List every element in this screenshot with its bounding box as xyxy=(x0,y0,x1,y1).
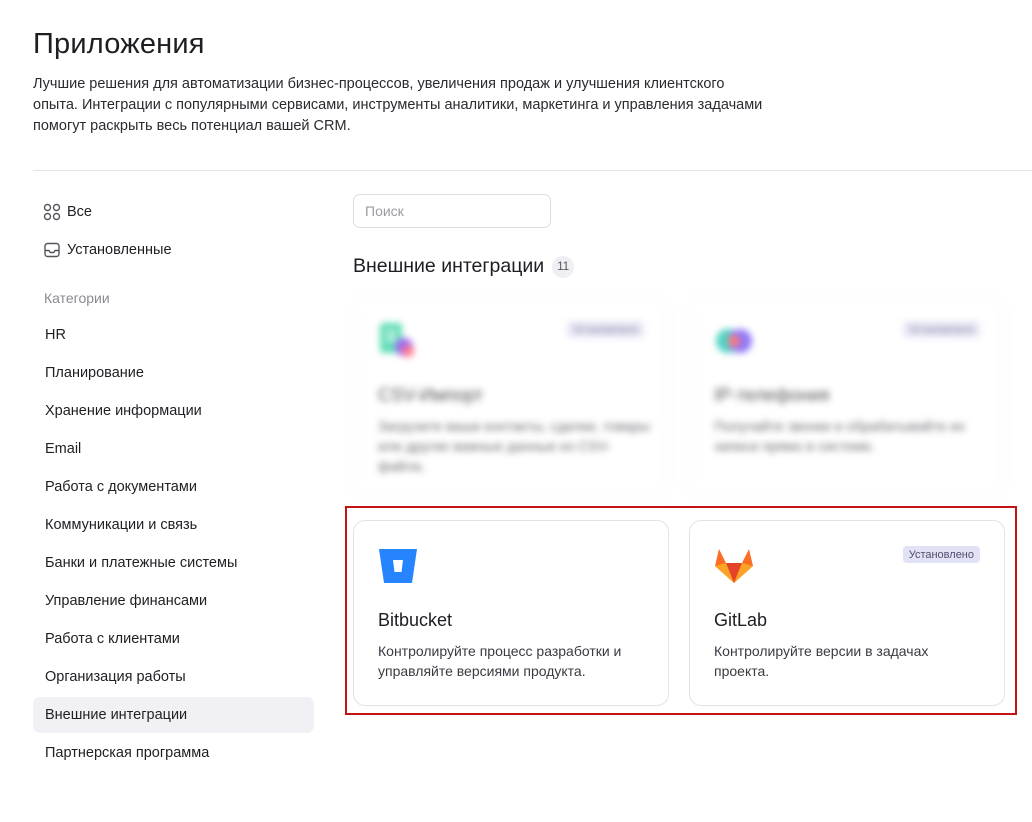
app-name: IP-телефония xyxy=(714,385,830,405)
section-header: Внешние интеграции 11 xyxy=(353,255,575,278)
app-description: Загрузите ваши контакты, сделки, товары … xyxy=(378,418,650,474)
csv-import-icon xyxy=(380,323,414,357)
app-name: CSV-Импорт xyxy=(378,385,483,405)
category-documents[interactable]: Работа с документами xyxy=(33,469,314,505)
category-email[interactable]: Email xyxy=(33,431,314,467)
section-count-badge: 11 xyxy=(552,255,575,278)
nav-all-label: Все xyxy=(67,204,92,220)
app-card-ip-telephony[interactable]: Установлено IP-телефония Получайте звонк… xyxy=(689,295,1005,500)
sidebar: Все Установленные Категории HR Планирова… xyxy=(33,193,314,773)
page-title: Приложения xyxy=(33,28,205,60)
nav-installed-label: Установленные xyxy=(67,242,172,258)
nav-all[interactable]: Все xyxy=(33,193,314,231)
category-storage[interactable]: Хранение информации xyxy=(33,393,314,429)
installed-badge: Установлено xyxy=(902,546,980,563)
category-banks-payments[interactable]: Банки и платежные системы xyxy=(33,545,314,581)
app-name: Bitbucket xyxy=(378,610,453,630)
installed-badge: Установлено xyxy=(902,321,980,338)
category-clients[interactable]: Работа с клиентами xyxy=(33,621,314,657)
grid-icon xyxy=(43,203,61,221)
category-partner-program[interactable]: Партнерская программа xyxy=(33,735,314,771)
category-work-organization[interactable]: Организация работы xyxy=(33,659,314,695)
ip-telephony-icon xyxy=(716,329,752,353)
app-card-csv-import[interactable]: Установлено CSV-Импорт Загрузите ваши ко… xyxy=(353,295,669,500)
section-title: Внешние интеграции xyxy=(353,255,545,277)
app-card-gitlab[interactable]: Установлено GitLab Контролируйте версии … xyxy=(689,520,1005,706)
bitbucket-icon xyxy=(379,549,417,583)
category-external-integrations[interactable]: Внешние интеграции xyxy=(33,697,314,733)
categories-heading: Категории xyxy=(44,290,110,306)
apps-page: Приложения Лучшие решения для автоматиза… xyxy=(0,0,1032,822)
app-description: Контролируйте процесс разработки и управ… xyxy=(378,643,622,679)
gitlab-icon xyxy=(715,549,753,583)
app-description: Получайте звонки и обрабатывайте их запи… xyxy=(714,418,965,454)
category-hr[interactable]: HR xyxy=(33,317,314,353)
app-name: GitLab xyxy=(714,610,768,630)
category-planning[interactable]: Планирование xyxy=(33,355,314,391)
page-description: Лучшие решения для автоматизации бизнес-… xyxy=(33,76,763,134)
inbox-icon xyxy=(43,241,61,259)
category-finance[interactable]: Управление финансами xyxy=(33,583,314,619)
installed-badge: Установлено xyxy=(566,321,644,338)
header-divider xyxy=(33,170,1032,171)
category-communications[interactable]: Коммуникации и связь xyxy=(33,507,314,543)
search-input[interactable] xyxy=(353,194,551,228)
app-description: Контролируйте версии в задачах проекта. xyxy=(714,643,929,679)
app-card-bitbucket[interactable]: Bitbucket Контролируйте процесс разработ… xyxy=(353,520,669,706)
nav-installed[interactable]: Установленные xyxy=(33,231,314,269)
